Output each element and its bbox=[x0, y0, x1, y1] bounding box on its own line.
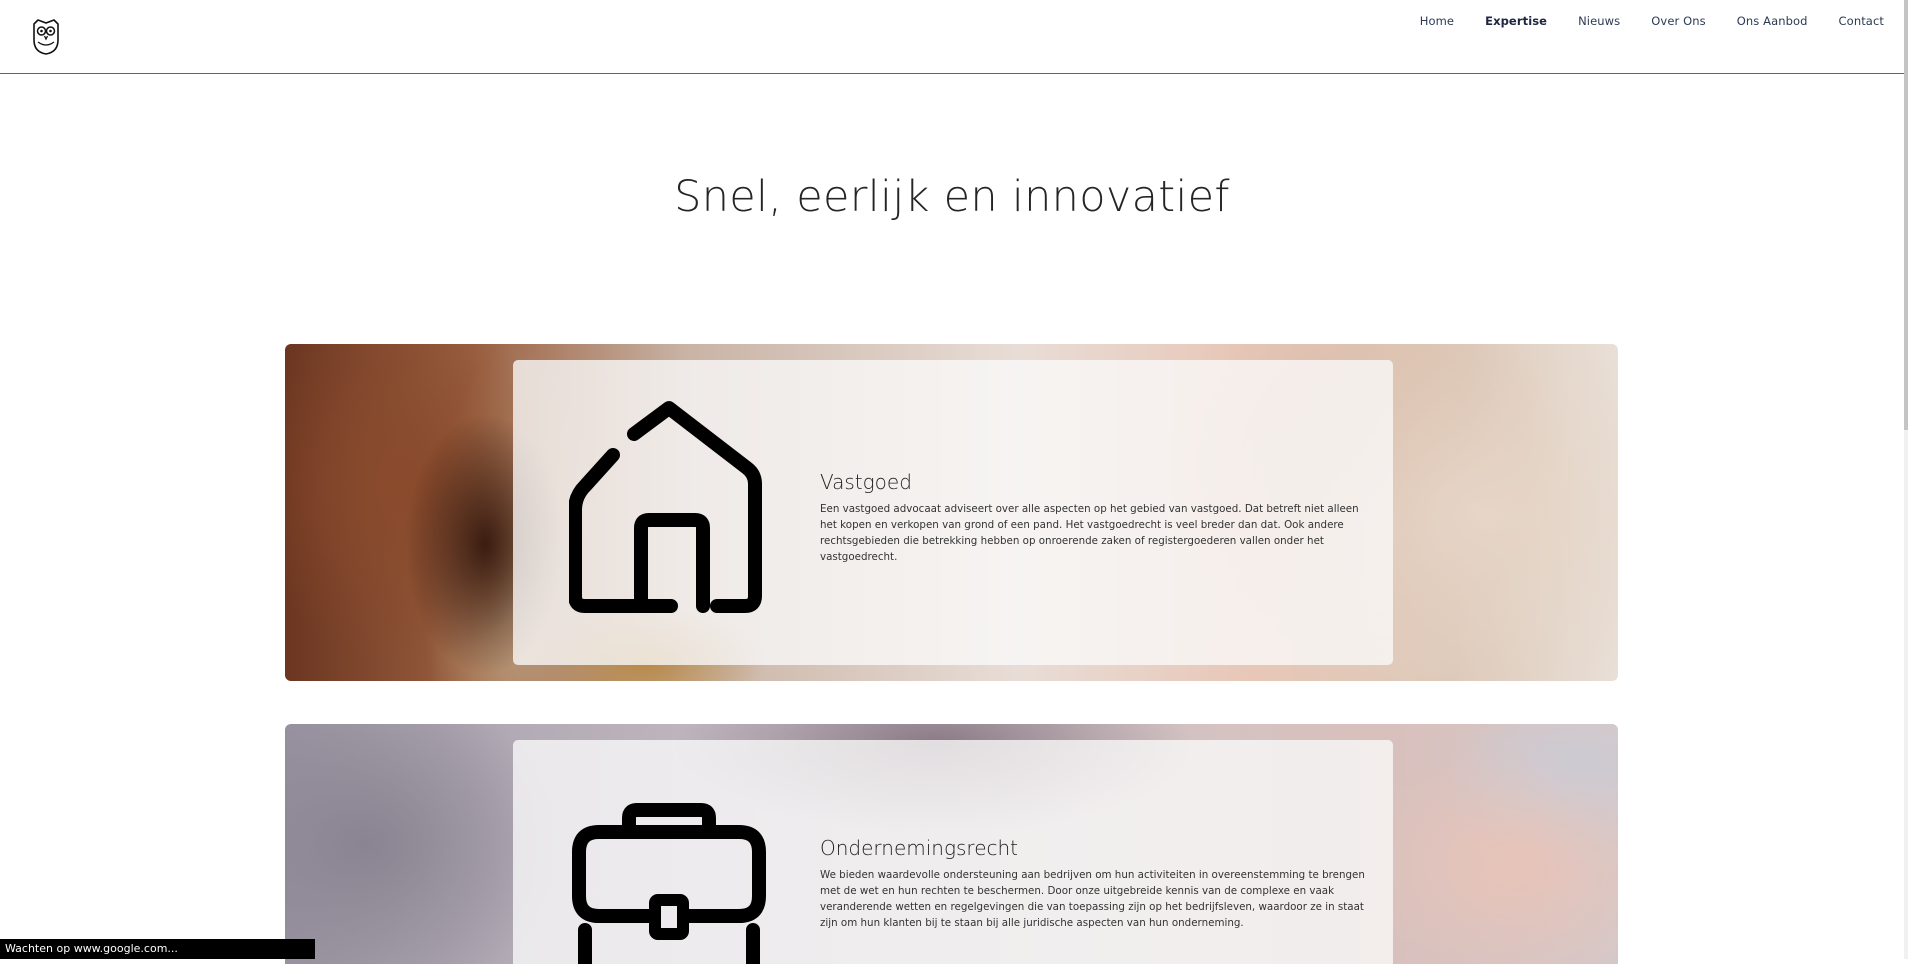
expertise-card-vastgoed[interactable]: Vastgoed Een vastgoed advocaat adviseert… bbox=[285, 344, 1618, 681]
card-overlay: Ondernemingsrecht We bieden waardevolle … bbox=[513, 740, 1393, 964]
page-scrollbar[interactable] bbox=[1904, 0, 1908, 959]
nav-nieuws[interactable]: Nieuws bbox=[1578, 14, 1620, 28]
owl-logo-icon[interactable] bbox=[30, 18, 62, 56]
card-description: We bieden waardevolle ondersteuning aan … bbox=[820, 867, 1365, 931]
card-description: Een vastgoed advocaat adviseert over all… bbox=[820, 501, 1360, 565]
nav-over-ons[interactable]: Over Ons bbox=[1651, 14, 1705, 28]
browser-status-bar: Wachten op www.google.com... bbox=[0, 939, 315, 959]
nav-expertise[interactable]: Expertise bbox=[1485, 14, 1547, 28]
site-header: Home Expertise Nieuws Over Ons Ons Aanbo… bbox=[0, 0, 1904, 74]
nav-contact[interactable]: Contact bbox=[1839, 14, 1884, 28]
card-overlay: Vastgoed Een vastgoed advocaat adviseert… bbox=[513, 360, 1393, 665]
expertise-card-ondernemingsrecht[interactable]: Ondernemingsrecht We bieden waardevolle … bbox=[285, 724, 1618, 964]
card-title: Vastgoed bbox=[820, 470, 912, 494]
briefcase-icon bbox=[569, 780, 769, 964]
page-title: Snel, eerlijk en innovatief bbox=[0, 172, 1904, 222]
scrollbar-thumb[interactable] bbox=[1904, 0, 1908, 430]
house-icon bbox=[569, 400, 769, 620]
nav-ons-aanbod[interactable]: Ons Aanbod bbox=[1737, 14, 1808, 28]
card-title: Ondernemingsrecht bbox=[820, 836, 1018, 860]
nav-home[interactable]: Home bbox=[1420, 14, 1454, 28]
main-nav: Home Expertise Nieuws Over Ons Ons Aanbo… bbox=[1389, 14, 1884, 28]
